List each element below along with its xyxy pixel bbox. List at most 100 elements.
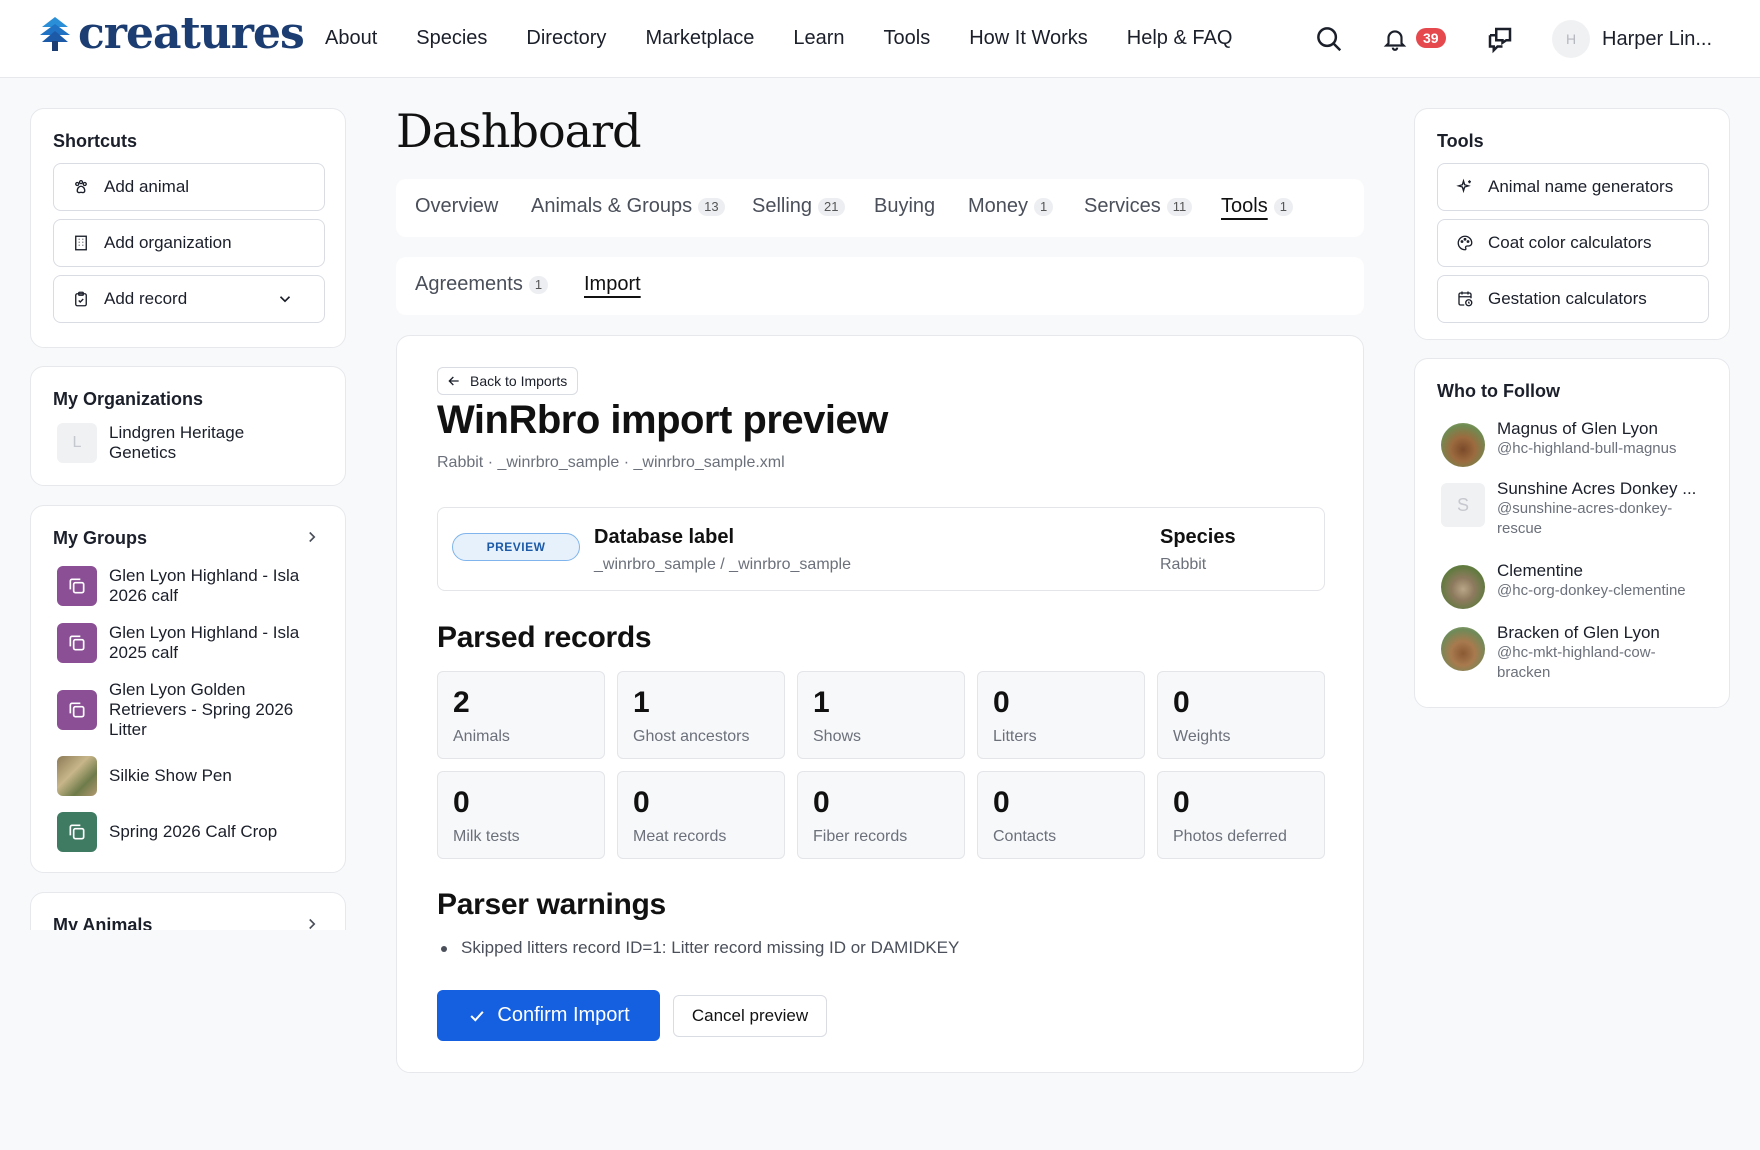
- follow-handle: @sunshine-acres-donkey-rescue: [1497, 500, 1673, 537]
- warning-item: Skipped litters record ID=1: Litter reco…: [461, 938, 960, 957]
- gestation-calculators-label: Gestation calculators: [1488, 289, 1647, 308]
- messages-icon[interactable]: [1485, 24, 1515, 54]
- group-copy-icon: [57, 623, 97, 663]
- logo-icon: [40, 17, 70, 51]
- group-photo: [57, 756, 97, 796]
- nav-marketplace[interactable]: Marketplace: [645, 27, 754, 50]
- nav-directory[interactable]: Directory: [526, 27, 606, 50]
- brand-name: creatures: [78, 8, 305, 59]
- follow-name: Clementine: [1497, 561, 1583, 580]
- add-record-button[interactable]: Add record: [53, 275, 325, 323]
- add-animal-button[interactable]: Add animal: [53, 163, 325, 211]
- animals-card-clip: My Animals: [30, 892, 346, 930]
- tab-tools[interactable]: Tools 1: [1221, 195, 1293, 218]
- tab-import[interactable]: Import: [584, 273, 641, 296]
- page-title: Dashboard: [396, 104, 642, 158]
- chevron-right-icon[interactable]: [303, 528, 321, 546]
- add-animal-label: Add animal: [104, 177, 190, 196]
- confirm-import-button[interactable]: Confirm Import: [437, 990, 660, 1041]
- follow-avatar: [1441, 423, 1485, 467]
- group-item[interactable]: Spring 2026 Calf Crop: [57, 812, 309, 852]
- group-name: Glen Lyon Golden Retrievers - Spring 202…: [109, 680, 294, 739]
- add-record-label: Add record: [104, 289, 188, 308]
- tab-buying[interactable]: Buying: [874, 195, 935, 218]
- nav-tools[interactable]: Tools: [884, 27, 931, 50]
- follow-item[interactable]: Clementine @hc-org-donkey-clementine: [1441, 561, 1697, 609]
- tab-money[interactable]: Money 1: [968, 195, 1054, 218]
- nav-species[interactable]: Species: [416, 27, 487, 50]
- bullet: [441, 946, 447, 952]
- database-info-box: PREVIEW Database label _winrbro_sample /…: [437, 507, 1325, 591]
- group-copy-icon: [57, 812, 97, 852]
- preview-badge: PREVIEW: [452, 533, 580, 561]
- bell-icon[interactable]: [1382, 24, 1408, 54]
- tools-title: Tools: [1437, 131, 1484, 151]
- chevron-right-icon[interactable]: [303, 915, 321, 930]
- tab-selling[interactable]: Selling 21: [752, 195, 845, 218]
- group-item[interactable]: Silkie Show Pen: [57, 756, 309, 796]
- coat-color-calculators-label: Coat color calculators: [1488, 233, 1652, 252]
- species-title: Species: [1160, 526, 1236, 548]
- arrow-left-icon: [448, 376, 459, 386]
- user-name: Harper Lin...: [1602, 27, 1713, 50]
- follow-avatar: [1441, 565, 1485, 609]
- stat-litters: 0 Litters: [977, 671, 1145, 759]
- back-to-imports-button[interactable]: Back to Imports: [437, 367, 579, 395]
- chevron-down-icon[interactable]: [276, 290, 294, 308]
- database-label-title: Database label: [594, 526, 735, 548]
- stat-photos-deferred: 0 Photos deferred: [1157, 771, 1325, 859]
- shortcuts-title: Shortcuts: [53, 131, 138, 151]
- group-copy-icon: [57, 690, 97, 730]
- stat-fiber-records: 0 Fiber records: [797, 771, 965, 859]
- nav-learn[interactable]: Learn: [793, 27, 844, 50]
- database-label-value: _winrbro_sample / _winrbro_sample: [594, 556, 852, 573]
- stat-shows: 1 Shows: [797, 671, 965, 759]
- stat-weights: 0 Weights: [1157, 671, 1325, 759]
- parser-warnings-title: Parser warnings: [437, 888, 666, 921]
- nav-about[interactable]: About: [325, 27, 377, 50]
- calendar-clock-icon: [1458, 291, 1473, 307]
- stat-meat-records: 0 Meat records: [617, 771, 785, 859]
- tab-agreements[interactable]: Agreements 1: [415, 273, 549, 296]
- follow-item[interactable]: Bracken of Glen Lyon @hc-mkt-highland-cow…: [1441, 623, 1697, 683]
- nav-how-it-works[interactable]: How It Works: [969, 27, 1088, 50]
- tab-services[interactable]: Services 11: [1084, 195, 1193, 218]
- group-item[interactable]: Glen Lyon Highland - Isla 2026 calf: [57, 566, 309, 606]
- follow-avatar: S: [1441, 483, 1485, 527]
- organization-item[interactable]: L Lindgren Heritage Genetics: [57, 423, 289, 463]
- brand-logo[interactable]: creatures: [38, 8, 305, 59]
- import-subtitle: Rabbit · _winrbro_sample · _winrbro_samp…: [437, 454, 785, 471]
- stat-contacts: 0 Contacts: [977, 771, 1145, 859]
- organizations-card: My Organizations L Lindgren Heritage Gen…: [30, 366, 346, 486]
- follow-name: Sunshine Acres Donkey ...: [1497, 479, 1697, 498]
- check-icon: [470, 1010, 484, 1022]
- tab-animals-groups[interactable]: Animals & Groups 13: [531, 195, 725, 218]
- group-name: Glen Lyon Highland - Isla 2026 calf: [109, 566, 300, 605]
- groups-title: My Groups: [53, 528, 148, 548]
- follow-item[interactable]: S Sunshine Acres Donkey ... @sunshine-acr…: [1441, 479, 1697, 539]
- stat-milk-tests: 0 Milk tests: [437, 771, 605, 859]
- nav-help-faq[interactable]: Help & FAQ: [1127, 27, 1233, 50]
- add-organization-label: Add organization: [104, 233, 232, 252]
- search-icon[interactable]: [1314, 24, 1344, 54]
- notification-badge: 39: [1416, 28, 1446, 48]
- group-item[interactable]: Glen Lyon Golden Retrievers - Spring 202…: [57, 680, 309, 740]
- palette-icon: [1457, 235, 1473, 251]
- who-to-follow-title: Who to Follow: [1437, 381, 1560, 401]
- animal-name-generators-button[interactable]: Animal name generators: [1437, 163, 1709, 211]
- coat-color-calculators-button[interactable]: Coat color calculators: [1437, 219, 1709, 267]
- tab-overview[interactable]: Overview: [415, 195, 498, 218]
- user-menu[interactable]: H Harper Lin...: [1552, 20, 1712, 58]
- group-name: Silkie Show Pen: [109, 766, 232, 785]
- group-name: Spring 2026 Calf Crop: [109, 822, 278, 841]
- main-nav: About Species Directory Marketplace Lear…: [325, 27, 1271, 50]
- follow-name: Bracken of Glen Lyon: [1497, 623, 1660, 642]
- gestation-calculators-button[interactable]: Gestation calculators: [1437, 275, 1709, 323]
- groups-card: My Groups Glen Lyon Highland - Isla 2026…: [30, 505, 346, 873]
- animal-name-generators-label: Animal name generators: [1488, 177, 1674, 196]
- follow-name: Magnus of Glen Lyon: [1497, 419, 1658, 438]
- group-item[interactable]: Glen Lyon Highland - Isla 2025 calf: [57, 623, 309, 663]
- add-organization-button[interactable]: Add organization: [53, 219, 325, 267]
- cancel-preview-button[interactable]: Cancel preview: [673, 995, 827, 1037]
- follow-item[interactable]: Magnus of Glen Lyon @hc-highland-bull-mag…: [1441, 419, 1697, 467]
